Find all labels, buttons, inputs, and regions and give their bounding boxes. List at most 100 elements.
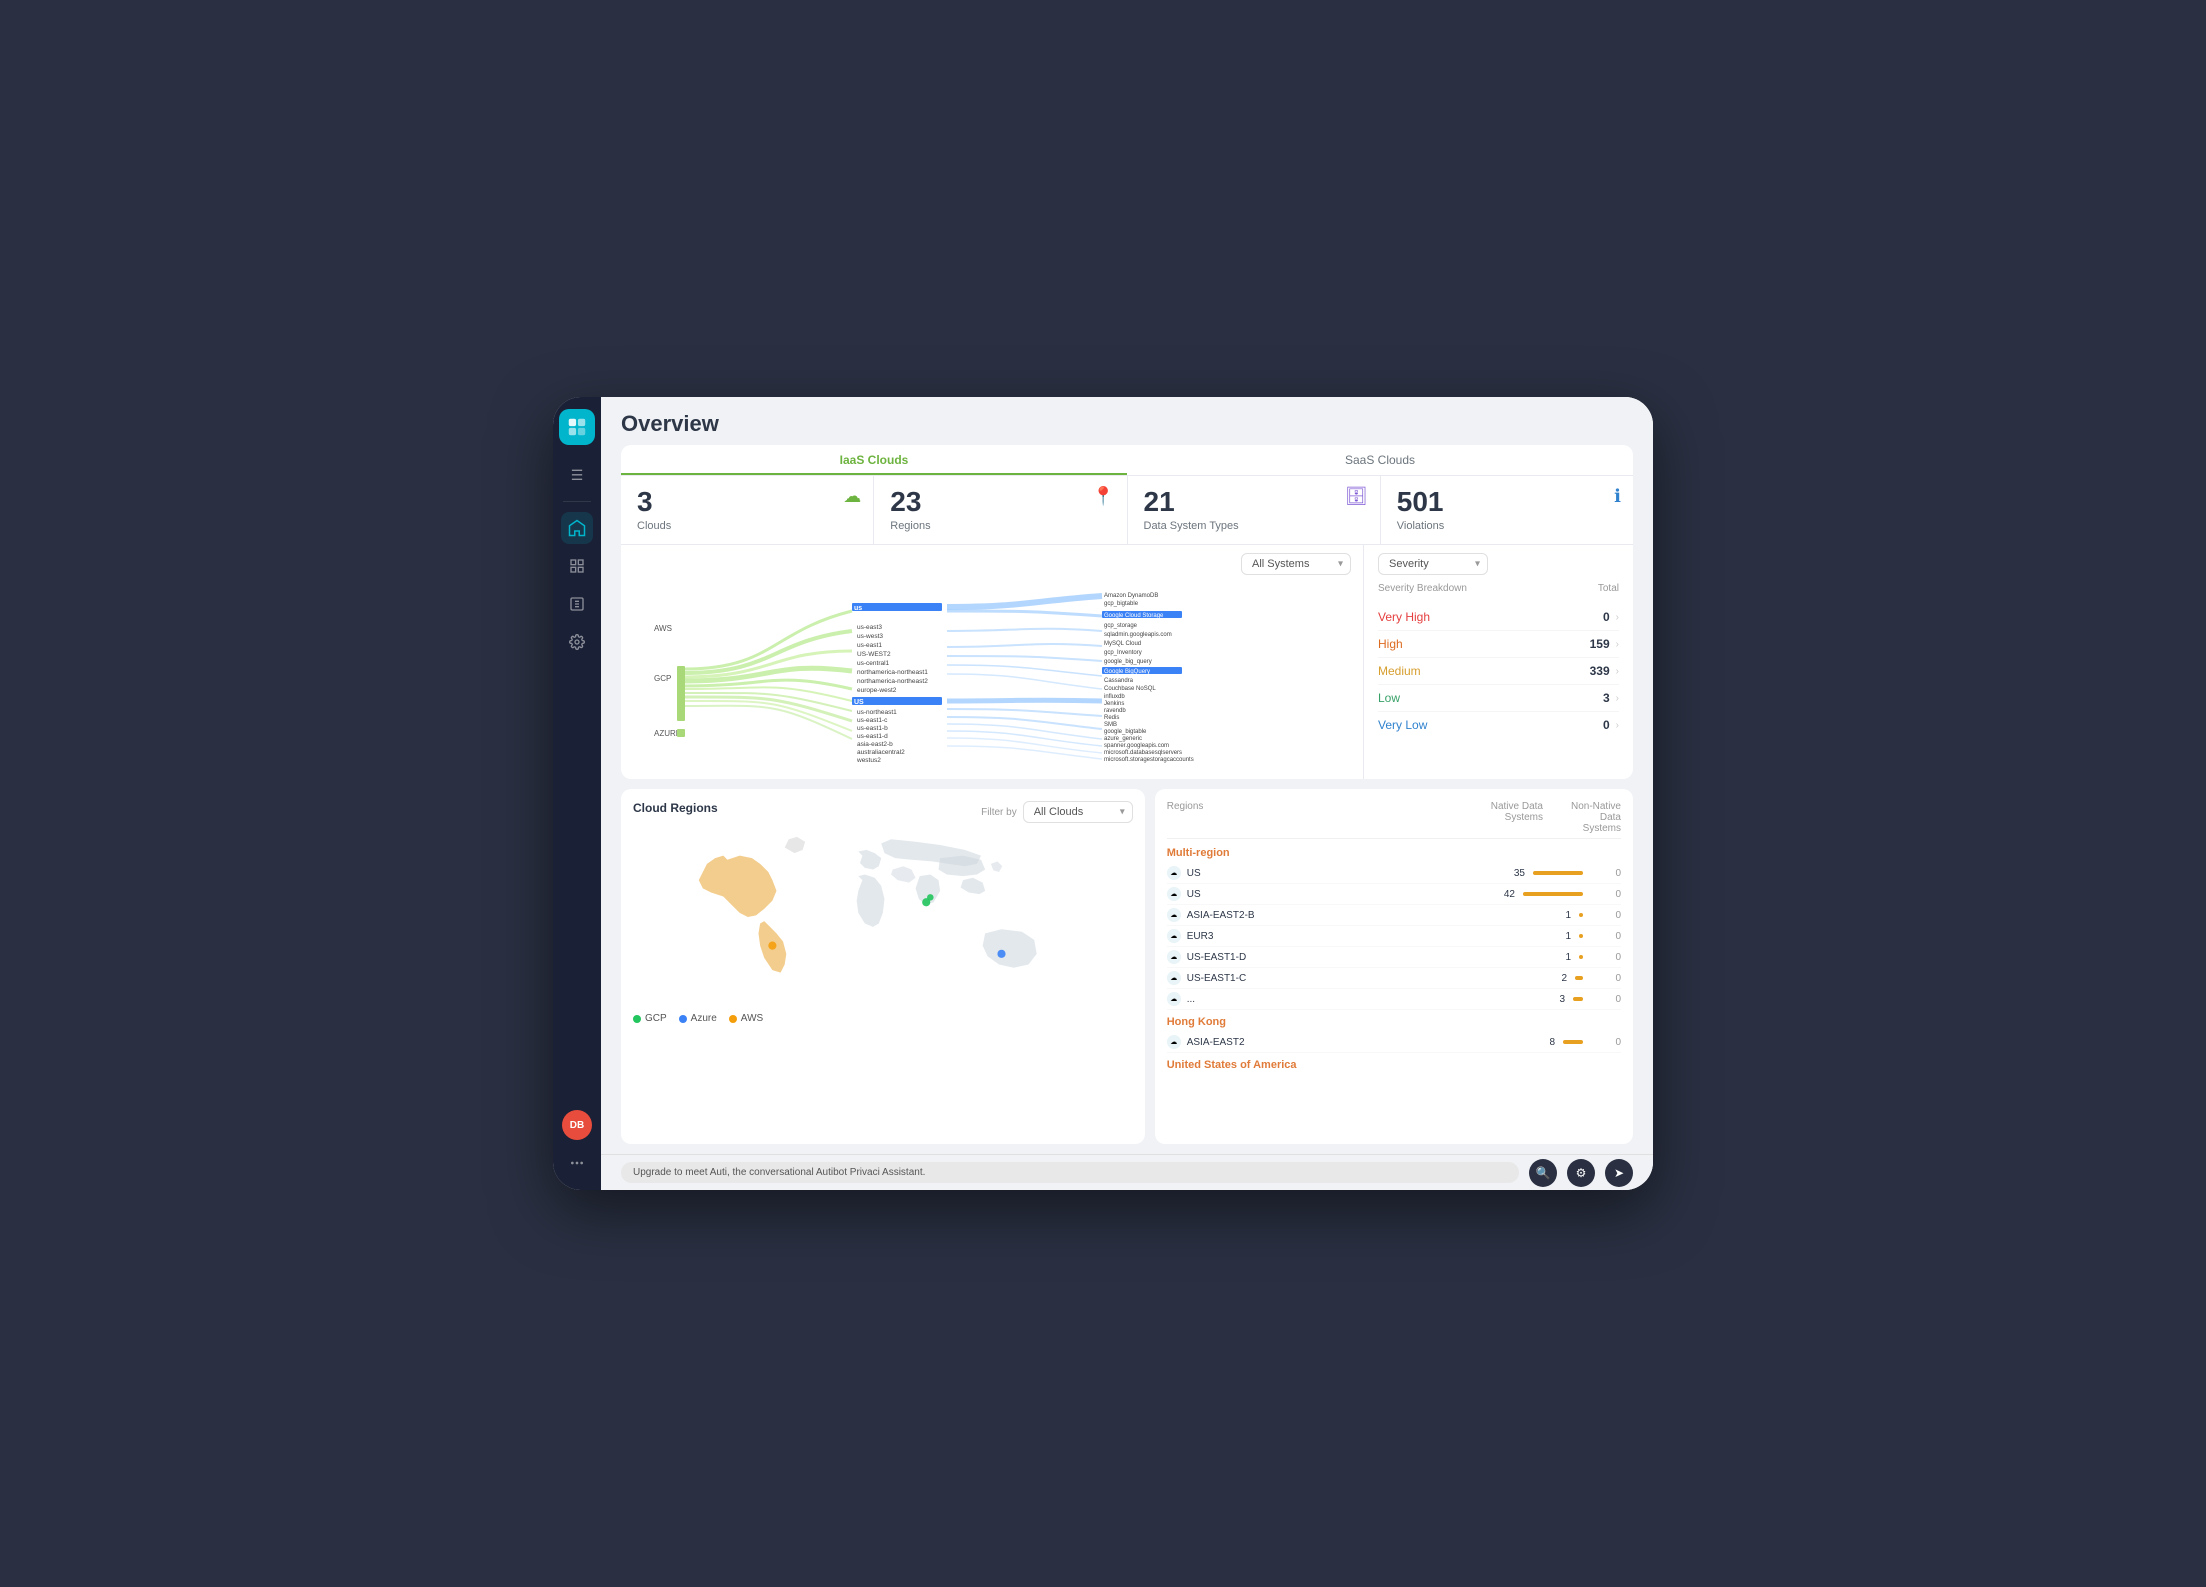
- svg-text:northamerica-northeast1: northamerica-northeast1: [857, 669, 928, 676]
- clouds-number: 3: [637, 488, 857, 516]
- clouds-label: Clouds: [637, 520, 857, 532]
- svg-text:MySQL Cloud: MySQL Cloud: [1104, 641, 1141, 647]
- violations-label: Violations: [1397, 520, 1617, 532]
- map-filter-dropdown-wrapper: All Clouds: [1023, 801, 1133, 823]
- severity-breakdown-label: Severity Breakdown: [1378, 583, 1467, 594]
- app-logo[interactable]: [559, 409, 595, 445]
- region-bar-us2: [1523, 892, 1583, 896]
- region-name-dots: ...: [1187, 994, 1505, 1005]
- legend-azure: Azure: [679, 1013, 717, 1024]
- svg-text:Couchbase NoSQL: Couchbase NoSQL: [1104, 686, 1156, 692]
- region-row-us1: ☁ US 35 0: [1167, 863, 1621, 884]
- svg-text:gcp_storage: gcp_storage: [1104, 623, 1138, 629]
- severity-item-high[interactable]: High 159 ›: [1378, 631, 1619, 658]
- severity-item-medium[interactable]: Medium 339 ›: [1378, 658, 1619, 685]
- region-name-us1: US: [1187, 868, 1465, 879]
- region-icon-asia: ☁: [1167, 908, 1181, 922]
- sidebar-item-settings[interactable]: [561, 626, 593, 658]
- region-bar-asia-east2: [1563, 1040, 1583, 1044]
- region-bar-useast1c: [1575, 976, 1583, 980]
- severity-very-high-count: 0: [1603, 610, 1610, 624]
- chat-message[interactable]: Upgrade to meet Auti, the conversational…: [621, 1162, 1519, 1183]
- bottom-bar-icons: 🔍 ⚙ ➤: [1529, 1159, 1633, 1187]
- svg-text:spanner.googleapis.com: spanner.googleapis.com: [1104, 743, 1169, 749]
- svg-text:Redis: Redis: [1104, 715, 1119, 721]
- svg-text:asia-east2-b: asia-east2-b: [857, 741, 893, 748]
- severity-total-label: Total: [1598, 583, 1619, 594]
- severity-very-low-arrow: ›: [1616, 720, 1619, 731]
- dst-label: Data System Types: [1144, 520, 1364, 532]
- map-filter-dropdown[interactable]: All Clouds: [1023, 801, 1133, 823]
- all-systems-dropdown[interactable]: All Systems: [1241, 553, 1351, 575]
- page-title: Overview: [621, 411, 1633, 437]
- map-legend: GCP Azure AWS: [633, 1013, 1133, 1024]
- svg-text:gcp_bigtable: gcp_bigtable: [1104, 601, 1139, 607]
- content-area: IaaS Clouds SaaS Clouds 3 Clouds ☁ 23 Re…: [601, 445, 1653, 1154]
- region-bar-us1: [1533, 871, 1583, 875]
- severity-dropdown[interactable]: Severity: [1378, 553, 1488, 575]
- legend-azure-dot: [679, 1015, 687, 1023]
- search-icon-btn[interactable]: 🔍: [1529, 1159, 1557, 1187]
- svg-text:google_bigtable: google_bigtable: [1104, 729, 1147, 735]
- region-bar-eur3: [1579, 934, 1583, 938]
- region-native-asia-east2: 8: [1495, 1037, 1555, 1048]
- svg-text:AWS: AWS: [654, 624, 672, 633]
- severity-high-count: 159: [1590, 637, 1610, 651]
- tab-saas[interactable]: SaaS Clouds: [1127, 445, 1633, 475]
- all-systems-dropdown-wrapper: All Systems: [1241, 553, 1351, 575]
- region-name-asia: ASIA-EAST2-B: [1187, 910, 1511, 921]
- stat-data-system-types: 21 Data System Types 🗄: [1128, 476, 1381, 544]
- severity-dropdown-row: Severity: [1378, 553, 1619, 575]
- filter-icon-btn[interactable]: ⚙: [1567, 1159, 1595, 1187]
- regions-header: Regions Native DataSystems Non-Native Da…: [1167, 801, 1621, 839]
- middle-row: All Systems AWS GCP AZURE: [621, 545, 1633, 779]
- severity-item-low[interactable]: Low 3 ›: [1378, 685, 1619, 712]
- region-nonnative-asia: 0: [1591, 910, 1621, 921]
- region-icon-dots: ☁: [1167, 992, 1181, 1006]
- region-icon-us1: ☁: [1167, 866, 1181, 880]
- user-avatar[interactable]: DB: [562, 1110, 592, 1140]
- regions-section: Regions Native DataSystems Non-Native Da…: [1155, 789, 1633, 1144]
- svg-text:australiacentral2: australiacentral2: [857, 749, 905, 756]
- hamburger-icon: ☰: [571, 467, 584, 484]
- arrow-icon-btn[interactable]: ➤: [1605, 1159, 1633, 1187]
- region-name-eur3: EUR3: [1187, 931, 1511, 942]
- svg-text:us-east3: us-east3: [857, 624, 882, 631]
- dots-icon[interactable]: [562, 1148, 592, 1178]
- legend-gcp: GCP: [633, 1013, 667, 1024]
- svg-text:SMB: SMB: [1104, 722, 1117, 728]
- region-bar-asia: [1579, 913, 1583, 917]
- svg-text:us: us: [854, 605, 862, 612]
- severity-very-low-count: 0: [1603, 718, 1610, 732]
- svg-text:us-east1-c: us-east1-c: [857, 717, 888, 724]
- sidebar-item-dashboard[interactable]: [561, 550, 593, 582]
- region-row-useast1c: ☁ US-EAST1-C 2 0: [1167, 968, 1621, 989]
- tab-iaas[interactable]: IaaS Clouds: [621, 445, 1127, 475]
- severity-dropdown-wrapper: Severity: [1378, 553, 1488, 575]
- menu-toggle[interactable]: ☰: [561, 459, 593, 491]
- region-native-us2: 42: [1455, 889, 1515, 900]
- sidebar-item-reports[interactable]: [561, 588, 593, 620]
- clouds-icon: ☁: [843, 486, 861, 507]
- svg-text:US-WEST2: US-WEST2: [857, 651, 891, 658]
- svg-text:google_big_query: google_big_query: [1104, 659, 1152, 665]
- svg-text:us-east1: us-east1: [857, 642, 882, 649]
- dst-number: 21: [1144, 488, 1364, 516]
- region-group-hk: Hong Kong: [1167, 1016, 1621, 1028]
- stat-violations: 501 Violations ℹ: [1381, 476, 1633, 544]
- region-native-dots: 3: [1505, 994, 1565, 1005]
- region-native-asia: 1: [1511, 910, 1571, 921]
- severity-item-very-high[interactable]: Very High 0 ›: [1378, 604, 1619, 631]
- severity-item-very-low[interactable]: Very Low 0 ›: [1378, 712, 1619, 738]
- region-native-eur3: 1: [1511, 931, 1571, 942]
- filter-by-label: Filter by: [981, 807, 1017, 818]
- severity-header: Severity Breakdown Total: [1378, 583, 1619, 598]
- region-icon-eur3: ☁: [1167, 929, 1181, 943]
- svg-text:azure_generic: azure_generic: [1104, 736, 1142, 742]
- map-section: Cloud Regions Filter by All Clouds: [621, 789, 1145, 1144]
- sidebar-item-home[interactable]: [561, 512, 593, 544]
- bottom-section: Cloud Regions Filter by All Clouds: [621, 789, 1633, 1144]
- svg-text:Google Cloud Storage: Google Cloud Storage: [1104, 613, 1164, 619]
- legend-gcp-label: GCP: [645, 1013, 667, 1024]
- region-bar-useast1d: [1579, 955, 1583, 959]
